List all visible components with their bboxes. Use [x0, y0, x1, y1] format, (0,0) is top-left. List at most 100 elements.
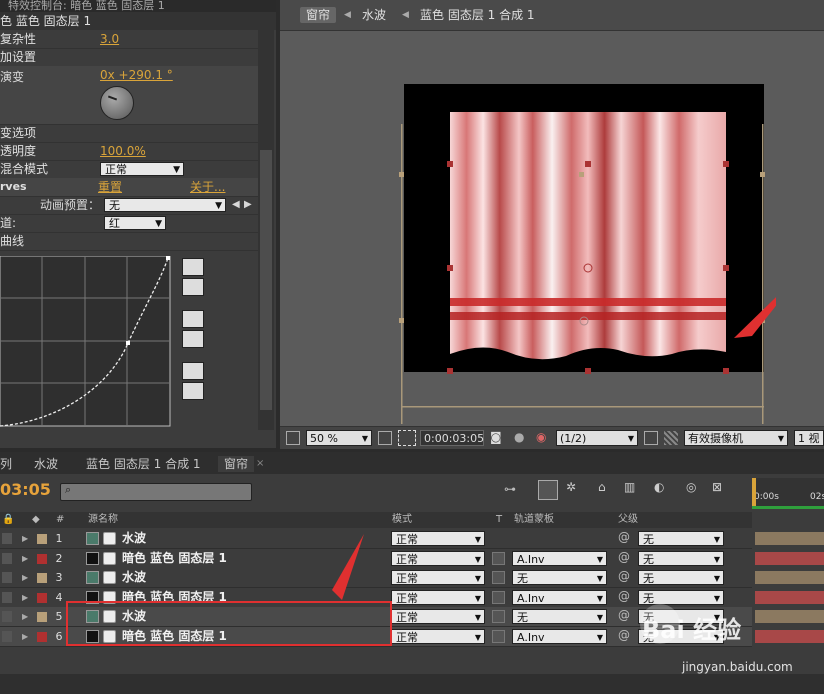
work-area-bar[interactable] — [752, 506, 824, 509]
composition-canvas[interactable] — [396, 84, 776, 424]
label-color[interactable] — [37, 573, 47, 583]
track-matte-dropdown[interactable]: A.Inv ▼ — [512, 550, 607, 566]
mode-dropdown[interactable]: 正常 ▼ — [391, 550, 485, 566]
breadcrumb-item[interactable]: 水波 — [362, 7, 386, 23]
preserve-transparency-toggle[interactable] — [492, 610, 505, 623]
parent-dropdown[interactable]: 无 ▼ — [638, 550, 724, 566]
graph-editor-icon[interactable]: ⊠ — [712, 480, 722, 494]
current-time[interactable]: 03:05 — [0, 480, 51, 499]
tab-column[interactable]: 列 — [0, 456, 12, 472]
tab-solid-comp[interactable]: 蓝色 固态层 1 合成 1 — [86, 456, 201, 472]
pick-whip-icon[interactable]: @ — [618, 530, 630, 544]
preserve-transparency-toggle[interactable] — [492, 551, 505, 565]
curve-endpoint[interactable] — [166, 256, 170, 260]
layer-search-input[interactable]: ⌕ — [60, 483, 252, 501]
track-matte-dropdown[interactable]: A.Inv ▼ — [512, 589, 607, 605]
mode-dropdown[interactable]: 正常 ▼ — [391, 570, 485, 585]
expand-triangle-icon[interactable]: ▶ — [22, 529, 28, 548]
parent-dropdown[interactable]: 无 ▼ — [638, 531, 724, 546]
camera-dropdown[interactable]: 有效摄像机 ▼ — [684, 430, 788, 446]
layer-duration-bar[interactable] — [755, 551, 824, 565]
comp-mini-flowchart-icon[interactable]: ⊶ — [504, 482, 516, 496]
preserve-transparency-toggle[interactable] — [492, 629, 505, 643]
layer-name[interactable]: 水波 — [122, 529, 146, 548]
region-of-interest-icon[interactable] — [398, 430, 416, 446]
lock-toggle[interactable] — [2, 611, 12, 622]
prev-preset-icon[interactable]: ◀ — [232, 196, 240, 214]
current-time-indicator[interactable] — [752, 478, 756, 506]
lock-toggle[interactable] — [2, 630, 12, 642]
views-dropdown[interactable]: 1 视 — [794, 430, 824, 446]
time-ruler[interactable]: 0:00s 02s — [752, 478, 824, 506]
label-color[interactable] — [37, 553, 47, 564]
layer-duration-bar[interactable] — [755, 571, 824, 584]
mode-dropdown[interactable]: 正常 ▼ — [391, 628, 485, 644]
expand-triangle-icon[interactable]: ▶ — [22, 549, 28, 568]
complexity-value[interactable]: 3.0 — [100, 30, 119, 48]
fast-previews-icon[interactable] — [644, 431, 658, 445]
camera-snapshot-icon[interactable]: ◙ — [490, 430, 502, 444]
about-link[interactable]: 关于... — [190, 178, 225, 196]
fx-scrollbar[interactable] — [258, 30, 274, 430]
channel-dropdown[interactable]: 红 ▼ — [104, 216, 166, 230]
frame-blending-icon[interactable]: ⌂ — [598, 480, 606, 494]
open-folder-icon[interactable] — [182, 310, 204, 328]
mode-dropdown[interactable]: 正常 ▼ — [391, 609, 485, 624]
opacity-value[interactable]: 100.0% — [100, 142, 146, 160]
track-matte-dropdown[interactable]: A.Inv ▼ — [512, 628, 607, 644]
blend-mode-dropdown[interactable]: 正常 ▼ — [100, 162, 184, 176]
track-matte-dropdown[interactable]: 无 ▼ — [512, 570, 607, 585]
viewer-tab[interactable]: 窗帘 — [300, 7, 337, 23]
tab-water-wave[interactable]: 水波 — [34, 456, 58, 472]
always-preview-icon[interactable] — [286, 431, 300, 445]
next-preset-icon[interactable]: ▶ — [244, 196, 252, 214]
grid-toggle-icon[interactable] — [378, 431, 392, 445]
tab-curtain[interactable]: 窗帘 — [218, 456, 255, 472]
track-matte-dropdown[interactable]: 无 ▼ — [512, 609, 607, 624]
lock-toggle[interactable] — [2, 572, 12, 583]
transparency-grid-icon[interactable] — [664, 431, 678, 445]
expand-triangle-icon[interactable]: ▶ — [22, 627, 28, 646]
expand-triangle-icon[interactable]: ▶ — [22, 568, 28, 587]
show-snapshot-icon[interactable]: ● — [514, 430, 524, 444]
linear-icon[interactable] — [182, 382, 204, 400]
preserve-transparency-toggle[interactable] — [492, 590, 505, 604]
smooth-icon[interactable] — [182, 362, 204, 380]
expand-triangle-icon[interactable]: ▶ — [22, 588, 28, 607]
pick-whip-icon[interactable]: @ — [618, 589, 630, 603]
preserve-transparency-toggle[interactable] — [492, 571, 505, 584]
pencil-icon[interactable] — [182, 278, 204, 296]
preset-dropdown[interactable]: 无 ▼ — [104, 198, 226, 212]
brainstorm-icon[interactable]: ◐ — [654, 480, 664, 494]
pick-whip-icon[interactable]: @ — [618, 569, 630, 583]
label-color[interactable] — [37, 631, 47, 642]
label-color[interactable] — [37, 534, 47, 544]
fx-scroll-thumb[interactable] — [260, 150, 272, 410]
evolution-dial[interactable] — [100, 86, 134, 120]
layer-duration-bar[interactable] — [755, 590, 824, 604]
current-time-display[interactable]: 0:00:03:05 — [420, 430, 484, 446]
auto-keyframe-icon[interactable]: ◎ — [686, 480, 696, 494]
reset-link[interactable]: 重置 — [98, 178, 122, 196]
label-color[interactable] — [37, 612, 47, 622]
evolution-options-label[interactable]: 变选项 — [0, 124, 36, 142]
pick-whip-icon[interactable]: @ — [618, 550, 630, 564]
layer-duration-bar[interactable] — [755, 532, 824, 545]
lock-toggle[interactable] — [2, 552, 12, 564]
parent-dropdown[interactable]: 无 ▼ — [638, 570, 724, 585]
layer-name[interactable]: 水波 — [122, 568, 146, 587]
col-source-name[interactable]: 源名称 — [88, 512, 118, 528]
motion-blur-icon[interactable]: ▥ — [624, 480, 635, 494]
close-icon[interactable]: × — [256, 456, 264, 472]
save-icon[interactable] — [182, 330, 204, 348]
zoom-dropdown[interactable]: 50 % ▼ — [306, 430, 372, 446]
resolution-dropdown[interactable]: (1/2) ▼ — [556, 430, 638, 446]
mode-dropdown[interactable]: 正常 ▼ — [391, 531, 485, 546]
label-color[interactable] — [37, 592, 47, 603]
lock-toggle[interactable] — [2, 591, 12, 603]
curve-graph[interactable] — [0, 256, 172, 428]
breadcrumb-item[interactable]: 蓝色 固态层 1 合成 1 — [420, 7, 535, 23]
layer-name[interactable]: 暗色 蓝色 固态层 1 — [122, 549, 227, 568]
shy-layers-icon[interactable]: ✲ — [566, 480, 576, 494]
extra-settings-label[interactable]: 加设置 — [0, 48, 36, 66]
